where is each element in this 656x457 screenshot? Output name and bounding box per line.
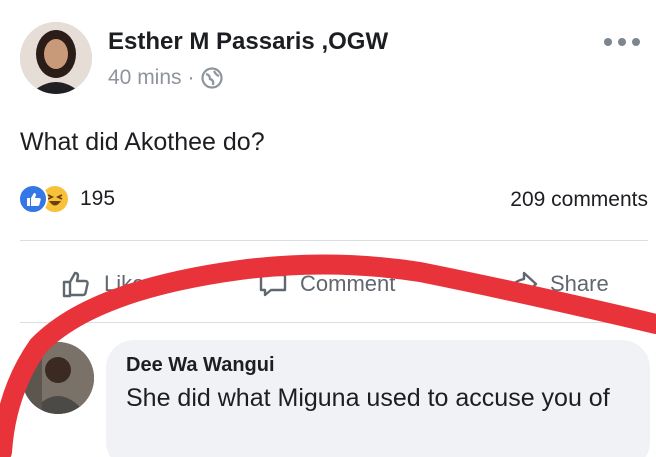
post-header: Esther M Passaris ,OGW 40 mins · bbox=[20, 22, 640, 102]
thumbs-up-icon bbox=[62, 271, 89, 298]
speech-bubble-icon bbox=[259, 273, 287, 297]
more-options-icon[interactable] bbox=[604, 32, 640, 52]
comment-label: Comment bbox=[300, 271, 396, 296]
author-avatar[interactable] bbox=[20, 22, 92, 94]
share-button[interactable]: Share bbox=[504, 258, 609, 310]
meta-separator: · bbox=[187, 66, 195, 89]
like-reaction-icon bbox=[18, 184, 48, 214]
comment-count[interactable]: 209 comments bbox=[510, 188, 648, 212]
post-meta: 40 mins · bbox=[108, 66, 223, 90]
comment-button[interactable]: Comment bbox=[256, 258, 416, 310]
divider bbox=[20, 322, 648, 323]
reaction-count: 195 bbox=[80, 187, 116, 210]
commenter-avatar-image bbox=[22, 342, 94, 414]
share-arrow-icon bbox=[506, 271, 538, 297]
author-avatar-image bbox=[20, 22, 92, 94]
reactions-summary[interactable]: 195 bbox=[18, 184, 115, 214]
share-label: Share bbox=[550, 271, 609, 296]
comment-text: She did what Miguna used to accuse you o… bbox=[126, 384, 610, 412]
globe-icon bbox=[200, 67, 223, 89]
divider bbox=[20, 240, 648, 241]
more-dot bbox=[604, 38, 612, 46]
more-dot bbox=[618, 38, 626, 46]
author-name[interactable]: Esther M Passaris ,OGW bbox=[108, 28, 388, 56]
like-label: Like bbox=[104, 271, 145, 296]
post-time[interactable]: 40 mins bbox=[108, 66, 182, 90]
comment-author[interactable]: Dee Wa Wangui bbox=[126, 354, 630, 377]
commenter-avatar[interactable] bbox=[22, 342, 94, 414]
like-button[interactable]: Like bbox=[60, 258, 150, 310]
post-text: What did Akothee do? bbox=[20, 128, 265, 156]
post-actions: Like Comment Share bbox=[20, 258, 648, 314]
more-dot bbox=[632, 38, 640, 46]
comment-bubble: Dee Wa Wangui She did what Miguna used t… bbox=[106, 340, 650, 457]
